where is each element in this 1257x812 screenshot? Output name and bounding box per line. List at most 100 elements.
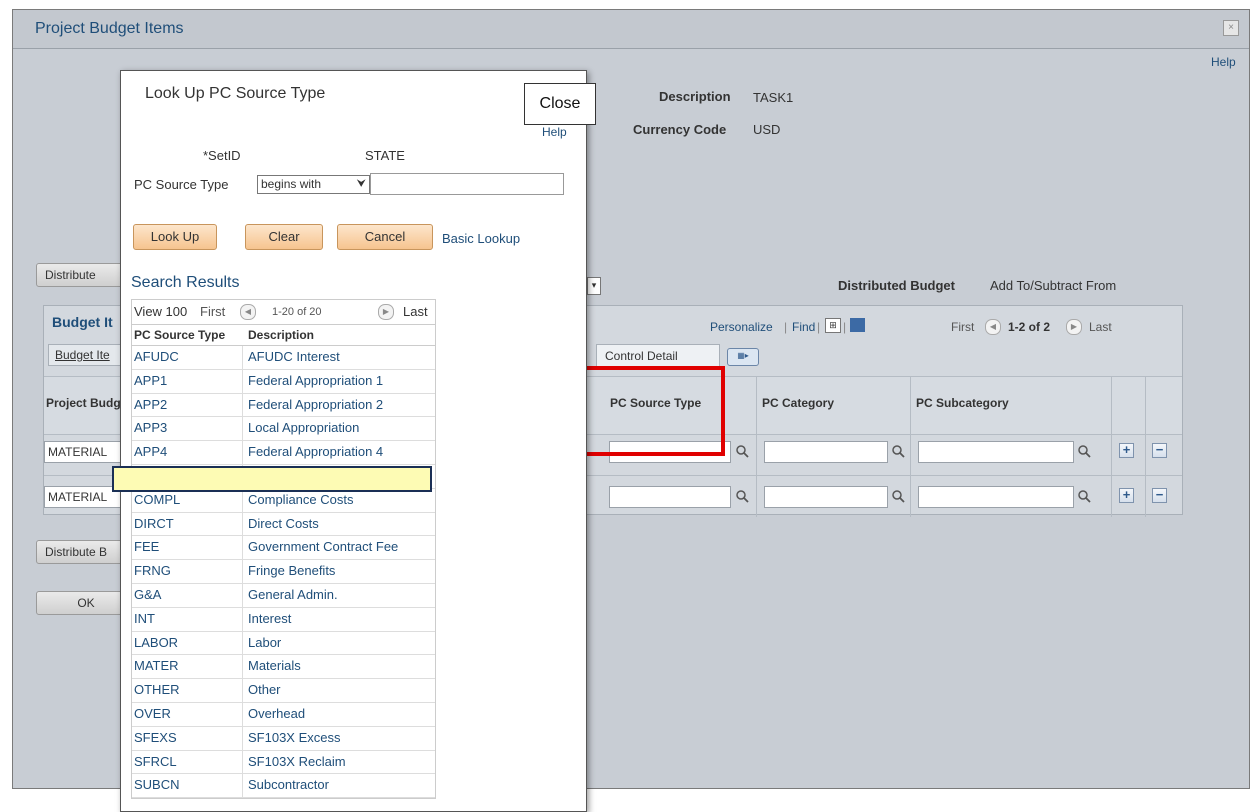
result-description-link[interactable]: General Admin. xyxy=(248,587,338,602)
result-description-link[interactable]: SF103X Reclaim xyxy=(248,754,346,769)
result-description-link[interactable]: SF103X Excess xyxy=(248,730,341,745)
tab-control-detail[interactable]: Control Detail xyxy=(596,344,720,368)
result-code-link[interactable]: INT xyxy=(134,611,155,626)
next-icon[interactable]: ▶ xyxy=(1066,319,1082,335)
personalize-link[interactable]: Personalize xyxy=(710,320,773,334)
results-header: PC Source Type Description xyxy=(132,325,435,346)
result-description-link[interactable]: Federal Appropriation 2 xyxy=(248,397,383,412)
nav-first[interactable]: First xyxy=(200,304,225,319)
view-all-icon[interactable]: ⊞ xyxy=(825,318,841,333)
result-code-link[interactable]: OVER xyxy=(134,706,171,721)
modal-help-link[interactable]: Help xyxy=(542,125,567,139)
result-description-link[interactable]: Interest xyxy=(248,611,291,626)
delete-row-icon[interactable]: − xyxy=(1152,488,1167,503)
pager-last[interactable]: Last xyxy=(1089,320,1112,334)
list-item[interactable]: COMPL Compliance Costs xyxy=(132,488,435,513)
basic-lookup-link[interactable]: Basic Lookup xyxy=(442,231,520,246)
result-code-link[interactable]: FEE xyxy=(134,539,159,554)
result-description-link[interactable]: AFUDC Interest xyxy=(248,349,340,364)
search-icon[interactable] xyxy=(735,489,749,506)
list-item[interactable]: APP2 Federal Appropriation 2 xyxy=(132,393,435,418)
list-item[interactable]: MATER Materials xyxy=(132,655,435,680)
result-code-link[interactable]: MATER xyxy=(134,658,179,673)
search-icon[interactable] xyxy=(891,444,905,461)
pc-category-input[interactable] xyxy=(764,486,888,508)
pc-subcategory-input[interactable] xyxy=(918,441,1074,463)
result-code-link[interactable]: SFEXS xyxy=(134,730,177,745)
result-code-link[interactable]: SFRCL xyxy=(134,754,177,769)
list-item[interactable]: FEE Government Contract Fee xyxy=(132,536,435,561)
previous-icon[interactable]: ◀ xyxy=(240,304,256,320)
show-all-columns-icon[interactable]: ▦▸ xyxy=(727,348,759,366)
operator-value: begins with xyxy=(261,177,322,191)
list-item[interactable]: OTHER Other xyxy=(132,679,435,703)
result-code-link[interactable]: FRNG xyxy=(134,563,171,578)
list-item[interactable]: APP1 Federal Appropriation 1 xyxy=(132,369,435,394)
operator-select[interactable]: begins with ⮟ xyxy=(257,175,370,194)
look-up-button[interactable]: Look Up xyxy=(133,224,217,250)
search-icon[interactable] xyxy=(891,489,905,506)
find-link[interactable]: Find xyxy=(792,320,815,334)
result-code-link[interactable]: COMPL xyxy=(134,492,180,507)
result-description-link[interactable]: Other xyxy=(248,682,281,697)
result-code-link[interactable]: APP3 xyxy=(134,420,167,435)
result-description-link[interactable]: Direct Costs xyxy=(248,516,319,531)
result-description-link[interactable]: Federal Appropriation 1 xyxy=(248,373,383,388)
nav-last[interactable]: Last xyxy=(403,304,428,319)
search-icon[interactable] xyxy=(1077,444,1091,461)
cancel-button[interactable]: Cancel xyxy=(337,224,433,250)
add-row-icon[interactable]: + xyxy=(1119,488,1134,503)
result-description-link[interactable]: Labor xyxy=(248,635,281,650)
result-code-link[interactable]: AFUDC xyxy=(134,349,179,364)
search-input[interactable] xyxy=(370,173,564,195)
search-icon[interactable] xyxy=(1077,489,1091,506)
add-row-icon[interactable]: + xyxy=(1119,443,1134,458)
result-code-link[interactable]: OTHER xyxy=(134,682,180,697)
close-icon[interactable]: × xyxy=(1223,20,1239,36)
result-description-link[interactable]: Government Contract Fee xyxy=(248,539,398,554)
result-description-link[interactable]: Compliance Costs xyxy=(248,492,354,507)
close-button[interactable]: Close xyxy=(524,83,596,125)
list-item[interactable]: APP3 Local Appropriation xyxy=(132,417,435,442)
help-link[interactable]: Help xyxy=(1211,55,1236,69)
list-item[interactable]: SUBCN Subcontractor xyxy=(132,774,435,799)
list-item[interactable]: DIRCT Direct Costs xyxy=(132,512,435,537)
list-item[interactable]: G&A General Admin. xyxy=(132,583,435,608)
list-item[interactable]: LABOR Labor xyxy=(132,631,435,656)
list-item[interactable]: APP4 Federal Appropriation 4 xyxy=(132,441,435,465)
result-description-link[interactable]: Overhead xyxy=(248,706,305,721)
result-description-link[interactable]: Materials xyxy=(248,658,301,673)
distribute-budget-button-label: Distribute B xyxy=(45,545,108,559)
result-code-link[interactable]: APP2 xyxy=(134,397,167,412)
result-description-link[interactable]: Fringe Benefits xyxy=(248,563,335,578)
list-item[interactable]: SFRCL SF103X Reclaim xyxy=(132,750,435,775)
chevron-down-icon[interactable]: ▾ xyxy=(587,277,601,295)
search-icon[interactable] xyxy=(735,444,749,461)
pc-category-input[interactable] xyxy=(764,441,888,463)
list-item[interactable]: INT Interest xyxy=(132,607,435,632)
result-description-link[interactable]: Subcontractor xyxy=(248,777,329,792)
delete-row-icon[interactable]: − xyxy=(1152,443,1167,458)
list-item[interactable]: AFUDC AFUDC Interest xyxy=(132,346,435,370)
pc-subcategory-input[interactable] xyxy=(918,486,1074,508)
result-code-link[interactable]: APP1 xyxy=(134,373,167,388)
result-code-link[interactable]: G&A xyxy=(134,587,161,602)
result-code-link[interactable]: APP4 xyxy=(134,444,167,459)
column-divider xyxy=(242,536,243,560)
clear-button[interactable]: Clear xyxy=(245,224,323,250)
list-item[interactable]: FRNG Fringe Benefits xyxy=(132,560,435,584)
list-item[interactable]: OVER Overhead xyxy=(132,702,435,727)
view-100-link[interactable]: View 100 xyxy=(134,304,187,319)
pc-source-type-input[interactable] xyxy=(609,486,731,508)
result-description-link[interactable]: Local Appropriation xyxy=(248,420,359,435)
project-budget-value: MATERIAL xyxy=(48,490,108,504)
result-code-link[interactable]: DIRCT xyxy=(134,516,174,531)
list-item[interactable]: SFEXS SF103X Excess xyxy=(132,726,435,751)
pager-first[interactable]: First xyxy=(951,320,974,334)
download-excel-icon[interactable] xyxy=(850,318,865,332)
result-code-link[interactable]: LABOR xyxy=(134,635,178,650)
next-icon[interactable]: ▶ xyxy=(378,304,394,320)
result-code-link[interactable]: SUBCN xyxy=(134,777,180,792)
result-description-link[interactable]: Federal Appropriation 4 xyxy=(248,444,383,459)
previous-icon[interactable]: ◀ xyxy=(985,319,1001,335)
